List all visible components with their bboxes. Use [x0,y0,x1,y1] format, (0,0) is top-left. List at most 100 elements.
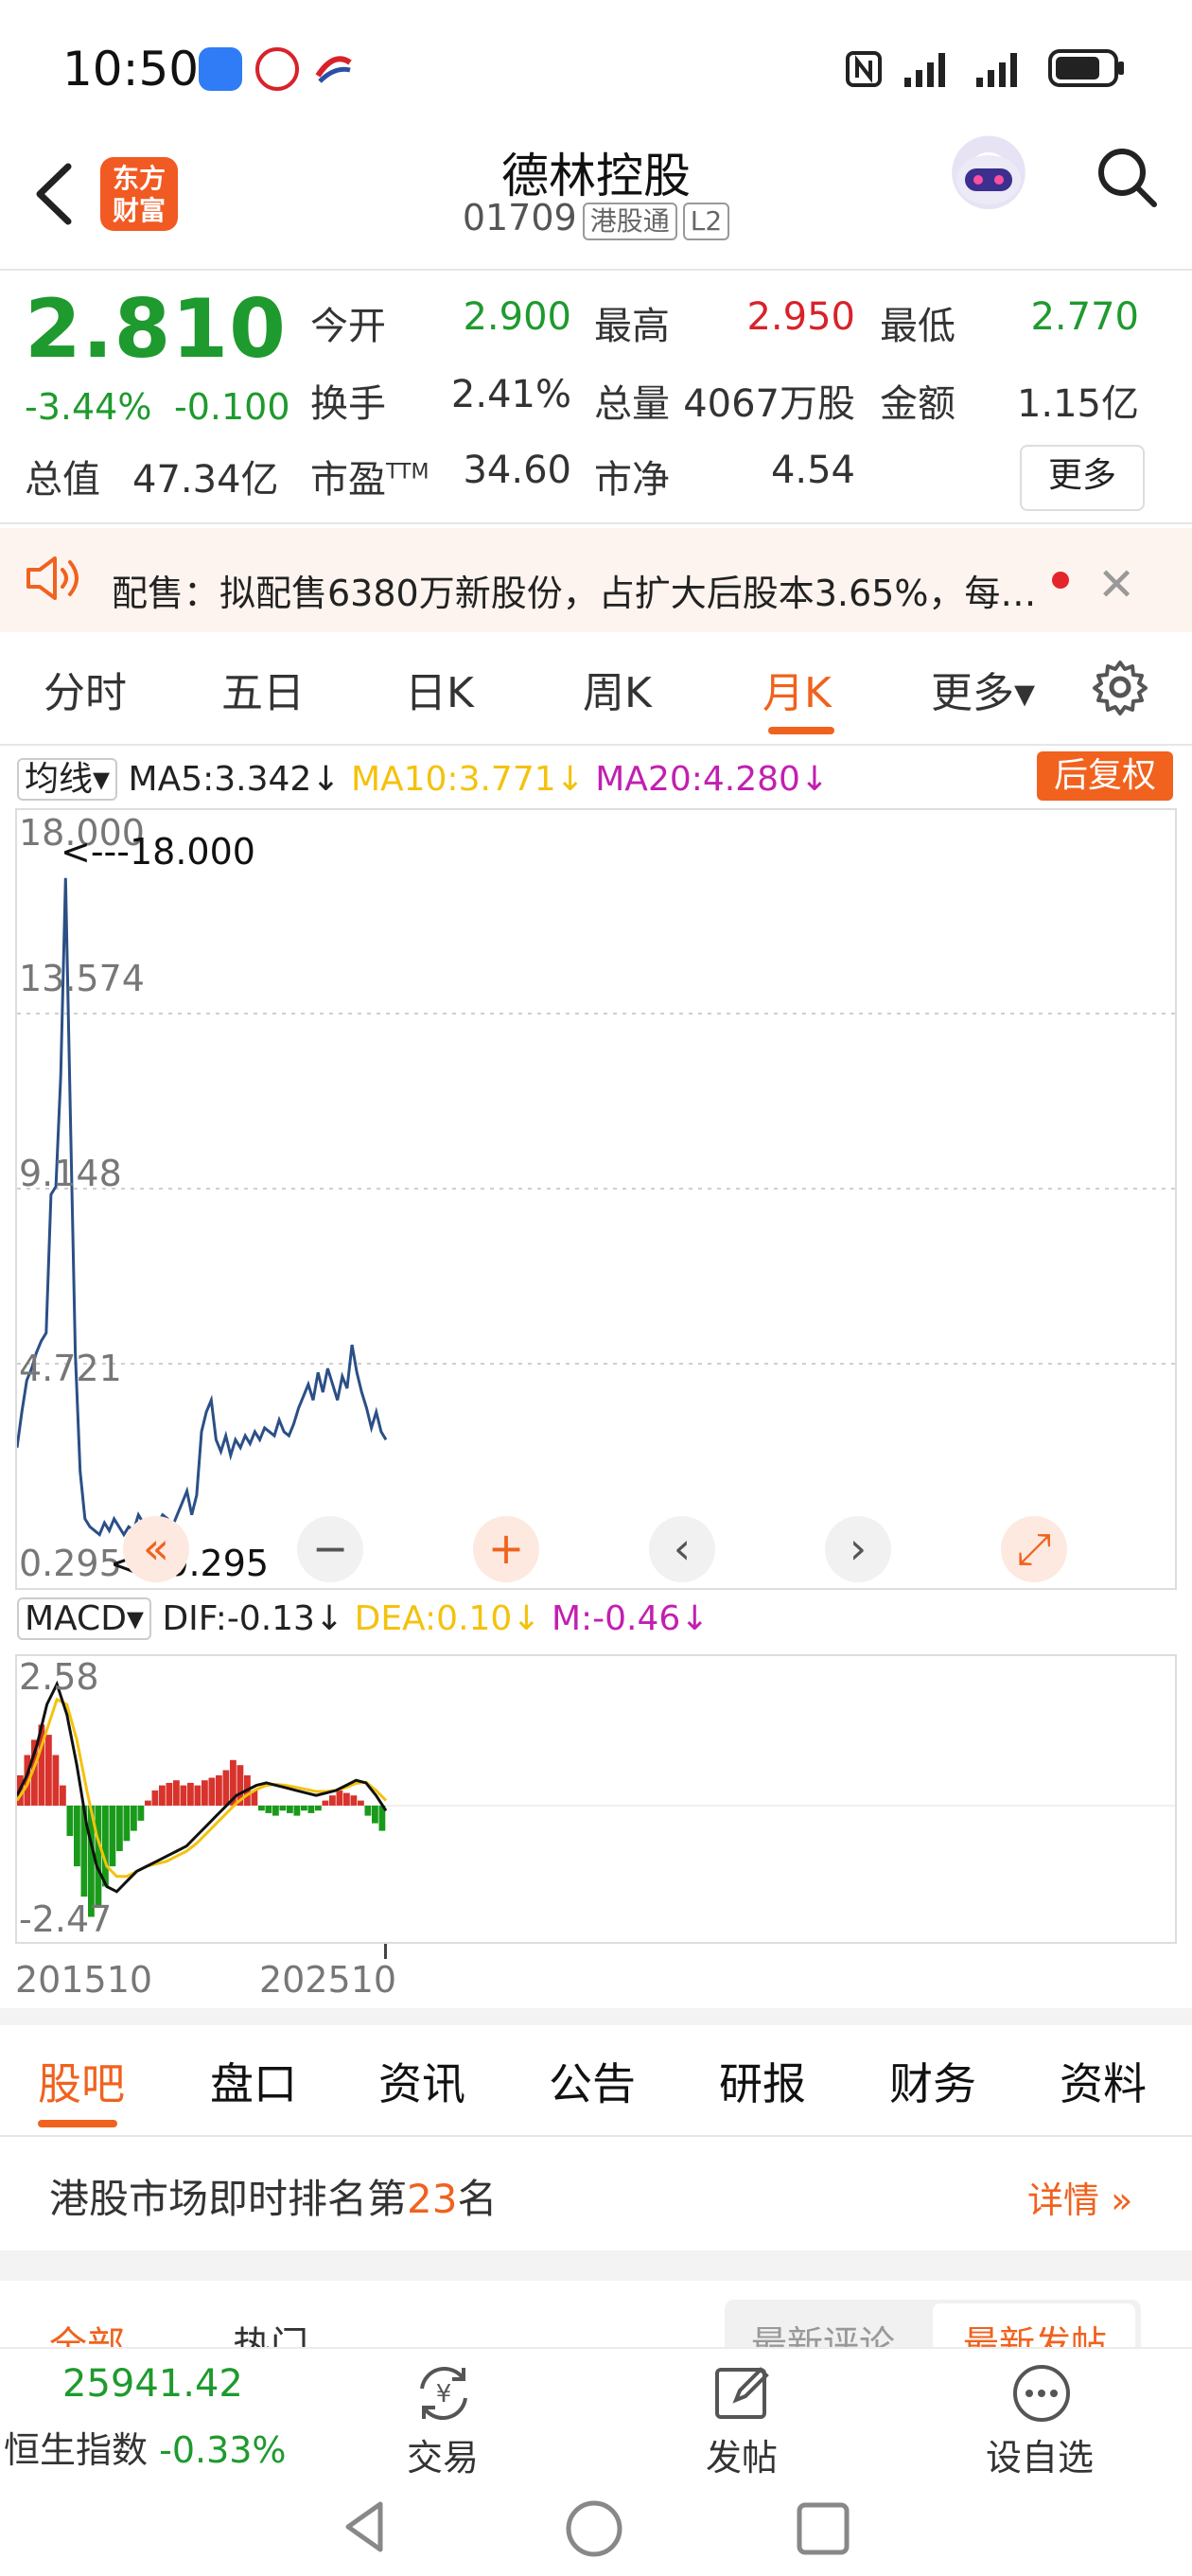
notice-text[interactable]: 配售：拟配售6380万新股份，占扩大后股本3.65%，每… [112,564,1039,616]
macd-bar [137,1805,145,1821]
macd-bar [202,1780,208,1806]
macd-row: MACD▾ DIF:-0.13↓ DEA:0.10↓ M:-0.46↓ [17,1597,709,1640]
market-cap-label: 总值 [25,458,100,502]
macd-y-max: 2.58 [19,1656,99,1698]
macd-bar [208,1777,216,1806]
pb-value: 4.54 [770,449,855,492]
macd-bar [279,1805,287,1811]
macd-bar [358,1800,364,1806]
tab-announcements[interactable]: 公告 [549,2050,636,2112]
macd-svg [17,1680,1175,1917]
macd-bar [116,1805,123,1851]
macd-bar [173,1780,180,1806]
macd-chart[interactable] [15,1654,1177,1944]
detail-link[interactable]: 详情 » [1027,2171,1132,2223]
macd-bar [329,1795,336,1806]
pan-right-icon[interactable]: › [825,1516,891,1582]
post-label[interactable]: 发帖 [706,2428,778,2480]
assistant-robot-icon[interactable] [944,132,1033,221]
nav-back-icon[interactable] [337,2498,394,2559]
x-cursor-tick [384,1944,387,1959]
low-value: 2.770 [1030,295,1139,339]
quote-divider [0,522,1192,524]
nav-home-icon[interactable] [564,2498,624,2563]
tab-pankou[interactable]: 盘口 [210,2050,297,2112]
tab-intraday[interactable]: 分时 [44,659,127,719]
high-label: 最高 [594,305,670,348]
nav-recents-icon[interactable] [795,2500,851,2561]
macd-bar [131,1805,137,1831]
turnover-label: 换手 [310,382,386,426]
tab-research[interactable]: 研报 [719,2050,806,2112]
tab-daily-k[interactable]: 日K [405,659,474,719]
fullscreen-icon[interactable]: ⤢ [1001,1516,1067,1582]
index-name-row[interactable]: 恒生指数 -0.33% [4,2421,287,2473]
change-percent: -3.44% [25,386,152,428]
stock-code: 01709 [462,197,577,238]
tab-profile[interactable]: 资料 [1060,2050,1147,2112]
volume-label: 总量 [594,382,670,426]
add-watchlist-icon[interactable] [1008,2360,1075,2426]
macd-bar [272,1805,279,1816]
svg-text:¥: ¥ [436,2380,452,2408]
macd-bar [258,1805,265,1811]
adjust-mode-button[interactable]: 后复权 [1037,751,1173,801]
index-name: 恒生指数 [4,2429,149,2471]
tab-weekly-k[interactable]: 周K [583,659,652,719]
macd-bar [159,1785,166,1806]
pe-label-text: 市盈 [310,458,386,502]
double-chevron-icon: » [1111,2179,1133,2221]
amount-value: 1.15亿 [1016,382,1139,426]
add-watchlist-label[interactable]: 设自选 [986,2428,1094,2480]
unread-dot [1052,572,1069,589]
pan-left-icon[interactable]: ‹ [649,1516,715,1582]
zoom-out-icon[interactable]: − [297,1516,363,1582]
tab-news[interactable]: 资讯 [378,2050,465,2112]
l2-tag: L2 [682,203,730,240]
zoom-out-left-icon[interactable]: « [123,1516,189,1582]
macd-bar [350,1795,358,1806]
rank-prefix: 港股市场即时排名第 [49,2176,408,2222]
settings-gear-icon[interactable] [1090,657,1150,717]
macd-bar [372,1805,378,1824]
y-tick-4: 4.721 [19,1348,122,1389]
ma-row: 均线▾ MA5:3.342↓ MA10:3.771↓ MA20:4.280↓ [17,751,829,801]
open-label: 今开 [310,305,386,348]
macd-bar [216,1774,222,1806]
active-tab-underline [768,727,834,734]
rank-suffix: 名 [457,2176,498,2222]
macd-bar [166,1782,173,1806]
index-value[interactable]: 25941.42 [62,2362,243,2406]
ma-selector[interactable]: 均线▾ [17,758,118,801]
bank-app-icon [255,47,299,91]
macd-bar [123,1805,131,1842]
ma20-label: MA20:4.280↓ [595,760,830,799]
speaker-icon [25,553,85,604]
macd-bar [66,1805,74,1836]
more-button[interactable]: 更多 [1020,445,1145,511]
macd-selector[interactable]: MACD▾ [17,1597,151,1640]
post-icon[interactable] [710,2360,776,2426]
swirl-app-icon [312,47,356,91]
header-divider [0,269,1192,271]
tab-finance[interactable]: 财务 [889,2050,976,2112]
kline-svg [17,877,1175,1538]
dea-label: DEA:0.10↓ [354,1599,541,1638]
tab-five-day[interactable]: 五日 [221,659,305,719]
close-icon[interactable]: ✕ [1097,558,1135,611]
zoom-in-icon[interactable]: + [473,1516,539,1582]
tab-more[interactable]: 更多▾ [931,659,1035,719]
tab-monthly-k[interactable]: 月K [763,659,832,719]
search-icon[interactable] [1094,144,1160,210]
tab-guba[interactable]: 股吧 [38,2050,125,2112]
macd-bar [109,1805,116,1867]
pb-label: 市净 [594,458,670,502]
macd-bar [343,1792,350,1806]
trade-icon[interactable]: ¥ [411,2360,477,2426]
max-marker: <---18.000 [61,831,255,873]
kline-chart[interactable] [15,808,1177,1590]
macd-bar [307,1805,315,1813]
trade-label[interactable]: 交易 [407,2428,479,2480]
macd-bar [336,1790,343,1806]
section-gap [0,2008,1192,2025]
